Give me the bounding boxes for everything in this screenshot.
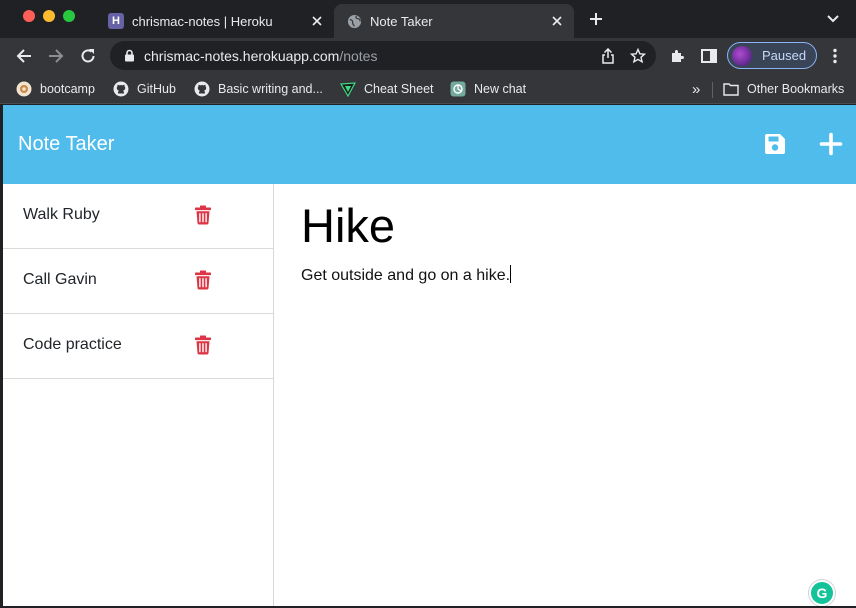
zoom-window-button[interactable] <box>63 10 75 22</box>
delete-note-icon[interactable] <box>194 270 212 290</box>
globe-icon <box>346 13 362 29</box>
chat-icon <box>450 81 466 97</box>
bookmark-bootcamp[interactable]: bootcamp <box>16 79 95 99</box>
minimize-window-button[interactable] <box>43 10 55 22</box>
tab-title: chrismac-notes | Heroku <box>132 13 273 29</box>
new-tab-button[interactable] <box>585 8 607 30</box>
note-taker-page: Note Taker Walk Ruby Call Gavin Code pra… <box>3 105 856 606</box>
profile-button[interactable]: Paused <box>727 42 817 69</box>
back-icon[interactable] <box>11 43 37 69</box>
bookmark-label: New chat <box>474 82 527 96</box>
list-item[interactable]: Walk Ruby <box>3 184 273 249</box>
bookmark-cheat-sheet[interactable]: Cheat Sheet <box>340 79 434 99</box>
bookmark-star-icon[interactable] <box>626 44 650 68</box>
bookmarks-overflow-icon[interactable]: » <box>692 79 700 99</box>
folder-icon <box>723 81 739 97</box>
close-window-button[interactable] <box>23 10 35 22</box>
note-text: Get outside and go on a hike. <box>301 267 511 284</box>
tab-title: Note Taker <box>370 13 433 29</box>
github-icon <box>194 81 210 97</box>
reload-icon[interactable] <box>75 43 101 69</box>
heroku-icon: H <box>108 13 124 29</box>
close-tab-icon[interactable] <box>548 12 566 30</box>
tab-heroku[interactable]: H chrismac-notes | Heroku <box>96 4 334 38</box>
address-bar[interactable]: chrismac-notes.herokuapp.com/notes <box>110 41 656 70</box>
more-menu-icon[interactable] <box>822 43 848 69</box>
bookmarks-divider <box>712 82 713 98</box>
new-note-icon[interactable] <box>819 132 843 156</box>
tab-strip: H chrismac-notes | Heroku Note Taker <box>0 0 856 38</box>
grammarly-icon[interactable]: G <box>809 580 835 606</box>
list-item[interactable]: Code practice <box>3 314 273 379</box>
url-text: chrismac-notes.herokuapp.com/notes <box>144 48 596 64</box>
forward-icon[interactable] <box>43 43 69 69</box>
bookmark-label: GitHub <box>137 82 176 96</box>
side-panel-icon[interactable] <box>696 43 722 69</box>
url-domain: chrismac-notes.herokuapp.com <box>144 47 340 64</box>
app-brand[interactable]: Note Taker <box>18 133 114 156</box>
cheatsheet-icon <box>340 81 356 97</box>
other-bookmarks[interactable]: Other Bookmarks <box>723 79 844 99</box>
tab-note-taker[interactable]: Note Taker <box>334 4 574 38</box>
navbar: Note Taker <box>3 105 856 184</box>
bookmark-new-chat[interactable]: New chat <box>450 79 526 99</box>
bookmarks-bar: bootcamp GitHub Basic writing and... Che… <box>0 74 856 104</box>
bookmark-label: Other Bookmarks <box>747 82 845 96</box>
note-title-input[interactable]: Hike <box>301 198 395 253</box>
text-caret <box>510 265 512 283</box>
note-title[interactable]: Code practice <box>23 336 122 354</box>
close-tab-icon[interactable] <box>308 12 326 30</box>
bootcamp-icon <box>16 81 32 97</box>
save-note-icon[interactable] <box>763 132 787 156</box>
bookmark-github[interactable]: GitHub <box>113 79 176 99</box>
github-icon <box>113 81 129 97</box>
lock-icon[interactable] <box>122 49 136 63</box>
profile-status: Paused <box>762 48 807 63</box>
delete-note-icon[interactable] <box>194 335 212 355</box>
share-icon[interactable] <box>596 44 620 68</box>
bookmark-basic-writing[interactable]: Basic writing and... <box>194 79 323 99</box>
bookmark-label: Basic writing and... <box>218 82 323 96</box>
bookmark-label: Cheat Sheet <box>364 82 434 96</box>
browser-toolbar: chrismac-notes.herokuapp.com/notes Pause… <box>0 38 856 74</box>
note-list: Walk Ruby Call Gavin Code practice <box>3 184 274 606</box>
note-editor: Hike Get outside and go on a hike. <box>275 184 856 606</box>
note-title[interactable]: Call Gavin <box>23 271 97 289</box>
list-item[interactable]: Call Gavin <box>3 249 273 314</box>
tab-search-chevron-icon[interactable] <box>822 8 844 30</box>
bookmark-label: bootcamp <box>40 82 95 96</box>
note-title[interactable]: Walk Ruby <box>23 206 100 224</box>
extensions-icon[interactable] <box>664 43 690 69</box>
url-path: /notes <box>339 47 378 64</box>
avatar <box>732 45 752 66</box>
note-textarea[interactable]: Get outside and go on a hike. <box>301 265 512 285</box>
delete-note-icon[interactable] <box>194 205 212 225</box>
